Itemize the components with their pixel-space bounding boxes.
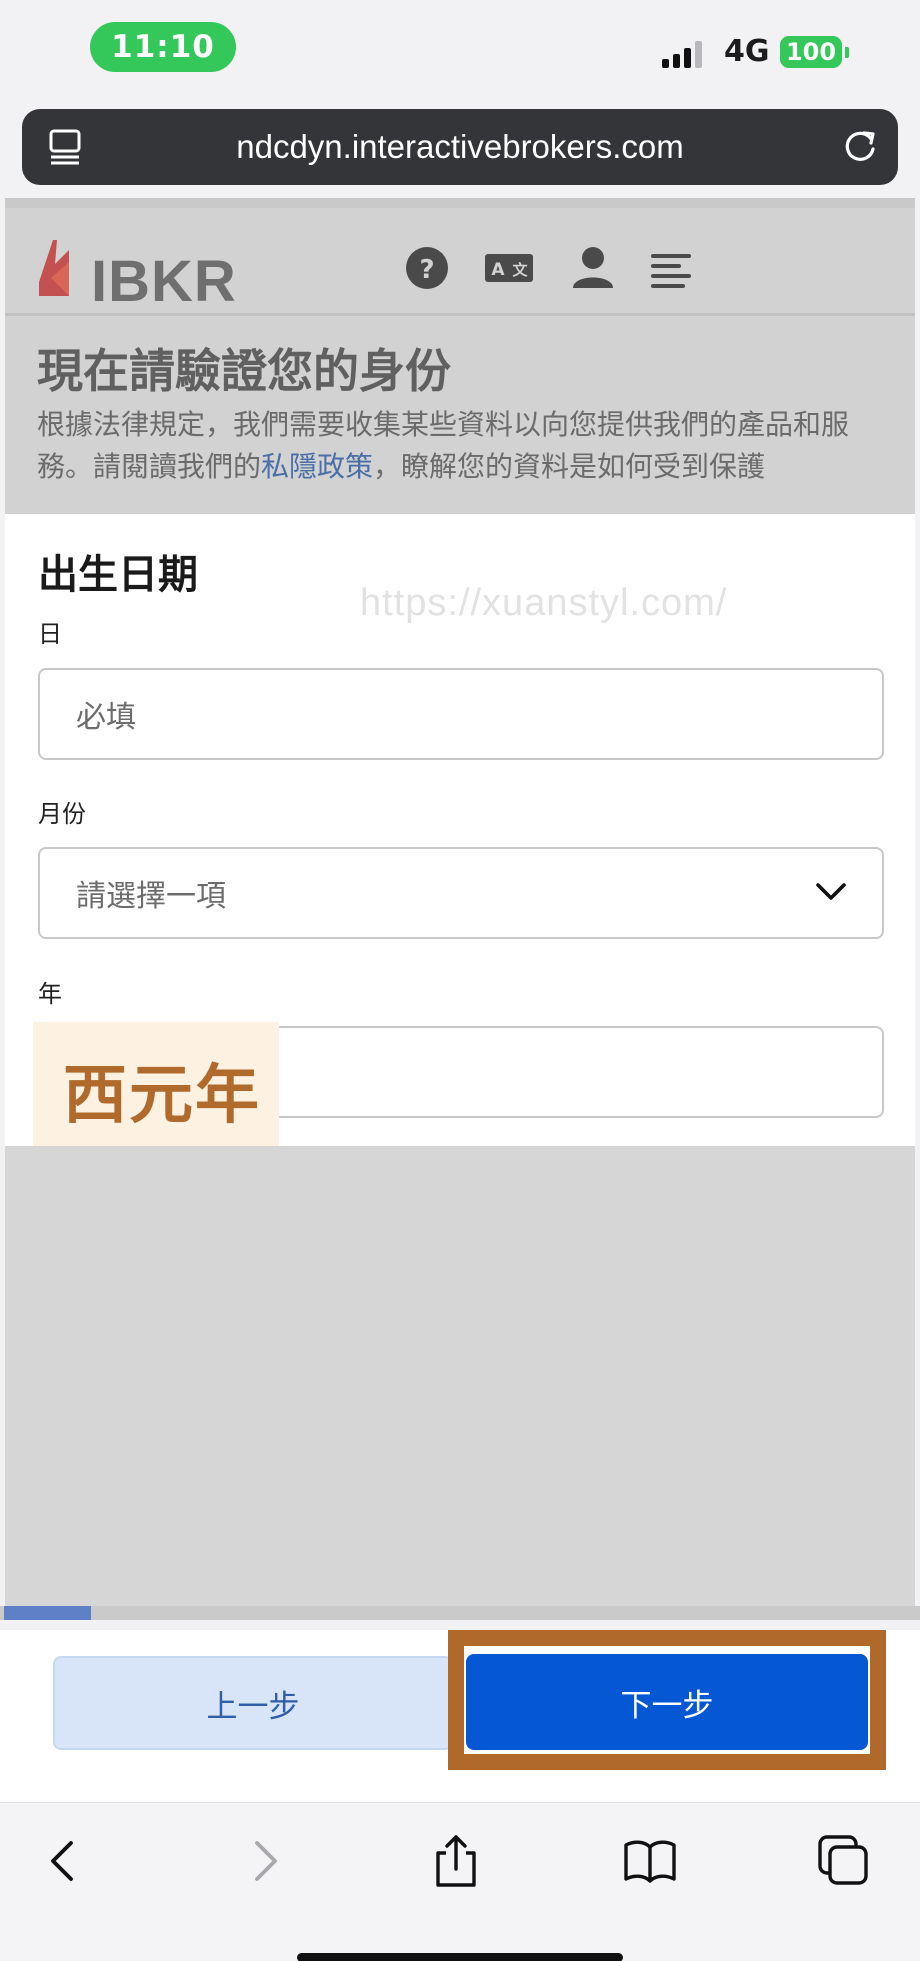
ibkr-logo-icon (39, 240, 69, 296)
verify-desc-tail: ，瞭解您的資料是如何受到保護 (373, 450, 766, 483)
page-header: IBKR ? A 文 現在請驗證您的身份 根據法律規定，我們需要收集某些資料以向… (5, 198, 915, 514)
battery-icon: 100 (780, 36, 842, 68)
status-bar: 11:10 4G 100 (0, 0, 920, 100)
year-label: 年 (38, 980, 62, 1008)
svg-text:文: 文 (512, 261, 528, 279)
tabs-icon[interactable] (48, 129, 82, 165)
logo-text: IBKR (91, 249, 237, 314)
translate-icon[interactable]: A 文 (483, 242, 535, 294)
menu-icon[interactable] (645, 242, 697, 294)
bookmarks-icon[interactable] (622, 1833, 678, 1889)
forward-icon[interactable] (236, 1833, 292, 1889)
watermark: https://xuanstyl.com/ (360, 582, 728, 624)
status-time: 11:10 (90, 22, 236, 72)
back-icon[interactable] (36, 1833, 92, 1889)
year-annotation-sticker: 西元年 (33, 1022, 279, 1156)
month-label: 月份 (38, 800, 86, 828)
battery-tip (845, 47, 849, 58)
day-input[interactable]: 必填 (38, 668, 884, 760)
verify-title: 現在請驗證您的身份 (37, 344, 451, 398)
url-text[interactable]: ndcdyn.interactivebrokers.com (22, 109, 898, 185)
form-footer: 上一步 下一步 (0, 1630, 920, 1802)
site-nav: IBKR ? A 文 (5, 208, 915, 316)
address-bar[interactable]: ndcdyn.interactivebrokers.com (22, 109, 898, 185)
share-icon[interactable] (428, 1833, 484, 1889)
reload-icon[interactable] (840, 127, 880, 167)
previous-button[interactable]: 上一步 (53, 1656, 453, 1750)
next-button[interactable]: 下一步 (466, 1654, 868, 1750)
browser-toolbar (0, 1802, 920, 1961)
day-label: 日 (38, 620, 62, 648)
section-title: 出生日期 (38, 552, 198, 598)
help-icon[interactable]: ? (401, 242, 453, 294)
dimmed-overlay (5, 1146, 915, 1606)
year-annotation-text: 西元年 (63, 1059, 261, 1133)
svg-text:?: ? (419, 255, 434, 285)
chevron-down-icon (816, 883, 846, 900)
user-icon[interactable] (567, 242, 619, 294)
verify-description: 根據法律規定，我們需要收集某些資料以向您提供我們的產品和服務。請閱讀我們的私隱政… (37, 404, 897, 488)
svg-text:A: A (491, 260, 505, 280)
month-selected-value: 請選擇一項 (76, 879, 226, 914)
signal-icon (662, 40, 702, 68)
month-select[interactable]: 請選擇一項 (38, 847, 884, 939)
day-placeholder: 必填 (76, 700, 136, 735)
home-indicator (297, 1953, 623, 1961)
tabs-overview-icon[interactable] (816, 1833, 872, 1889)
privacy-policy-link[interactable]: 私隱政策 (261, 450, 373, 483)
progress-bar (0, 1606, 920, 1620)
progress-fill (4, 1606, 92, 1620)
network-type: 4G (724, 34, 770, 69)
birthdate-form: 出生日期 https://xuanstyl.com/ 日 必填 月份 請選擇一項… (5, 514, 915, 1156)
